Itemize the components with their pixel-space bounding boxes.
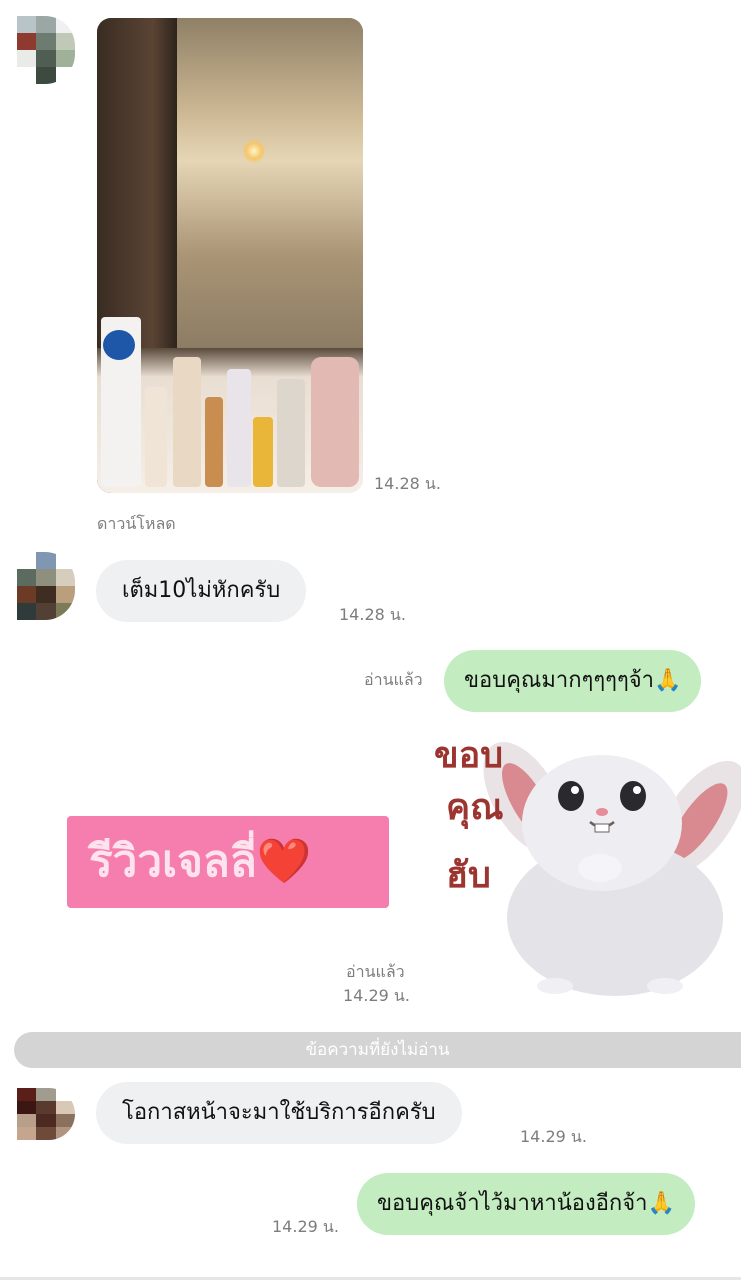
bottle-shape (311, 357, 359, 487)
avatar[interactable] (17, 1088, 75, 1140)
incoming-message[interactable]: เต็ม10ไม่หักครับ (96, 560, 307, 622)
outgoing-message[interactable]: ขอบคุณจ้าไว้มาหาน้องอีกจ้า🙏 (357, 1173, 695, 1235)
bunny-word: ขอบ (434, 735, 504, 776)
bottle-shape (277, 379, 305, 487)
read-receipt: อ่านแล้ว (346, 962, 405, 981)
timestamp: 14.29 น. (520, 1127, 587, 1146)
bunny-word: ฮับ (446, 855, 491, 896)
bottle-shape (227, 369, 251, 487)
bottle-shape (205, 397, 223, 487)
mirror-scene (177, 18, 363, 358)
avatar[interactable] (17, 552, 75, 620)
timestamp: 14.28 น. (339, 605, 406, 624)
timestamp: 14.28 น. (374, 474, 441, 493)
bottle-shape (173, 357, 201, 487)
incoming-message[interactable]: โอกาสหน้าจะมาใช้บริการอีกครับ (96, 1082, 462, 1144)
bottle-shape (103, 330, 135, 360)
avatar[interactable] (17, 16, 75, 84)
unread-divider: ข้อความที่ยังไม่อ่าน (14, 1032, 741, 1068)
timestamp: 14.29 น. (343, 986, 410, 1005)
image-message[interactable] (97, 18, 363, 493)
bottle-shape (253, 417, 273, 487)
outgoing-message[interactable]: ขอบคุณมากๆๆๆๆจ้า🙏 (444, 650, 702, 712)
bunny-word: คุณ (446, 787, 504, 828)
review-sticker[interactable]: รีวิวเจลลี่❤️ (67, 816, 389, 908)
read-receipt: อ่านแล้ว (364, 670, 423, 689)
timestamp: 14.29 น. (272, 1217, 339, 1236)
bottle-shape (145, 387, 167, 487)
download-link[interactable]: ดาวน์โหลด (97, 512, 176, 537)
lamp-glow (243, 138, 265, 164)
